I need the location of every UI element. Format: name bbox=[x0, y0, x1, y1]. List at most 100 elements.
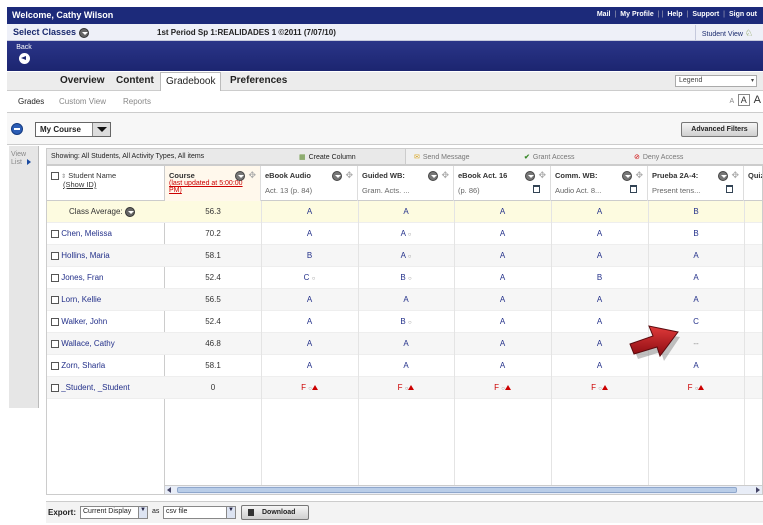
trash-icon[interactable] bbox=[630, 185, 637, 193]
course-score[interactable]: 46.8 bbox=[165, 333, 261, 355]
comment-icon[interactable]: ○ bbox=[408, 232, 412, 238]
grade-cell[interactable]: A bbox=[454, 223, 551, 245]
subtab-custom-view[interactable]: Custom View bbox=[59, 97, 106, 106]
grade-cell[interactable]: A bbox=[261, 311, 358, 333]
trash-icon[interactable] bbox=[726, 185, 733, 193]
grade-cell[interactable]: B bbox=[551, 267, 648, 289]
chevron-down-icon[interactable]: ▼ bbox=[226, 507, 235, 518]
grade-cell[interactable]: A bbox=[454, 245, 551, 267]
tab-gradebook[interactable]: Gradebook bbox=[160, 72, 222, 91]
view-list-toggle[interactable]: View List bbox=[9, 146, 39, 408]
grade-cell[interactable]: F ○ bbox=[454, 377, 551, 399]
course-score[interactable]: 0 bbox=[165, 377, 261, 399]
column-title[interactable]: Prueba 2A-4: bbox=[652, 171, 698, 180]
grade-cell[interactable]: A bbox=[358, 289, 454, 311]
student-name[interactable]: Zorn, Sharla bbox=[61, 361, 105, 370]
grade-cell[interactable]: F ○ bbox=[261, 377, 358, 399]
font-size-small[interactable]: A bbox=[729, 98, 733, 105]
move-icon[interactable]: ✥ bbox=[731, 170, 739, 181]
advanced-filters-button[interactable]: Advanced Filters bbox=[681, 122, 758, 137]
horizontal-scrollbar[interactable] bbox=[165, 485, 762, 494]
student-name[interactable]: Walker, John bbox=[61, 317, 107, 326]
row-checkbox[interactable] bbox=[51, 317, 59, 326]
course-score[interactable]: 70.2 bbox=[165, 223, 261, 245]
tab-overview[interactable]: Overview bbox=[55, 72, 109, 91]
column-title[interactable]: eBook Act. 16 bbox=[458, 171, 507, 180]
course-score[interactable]: 52.4 bbox=[165, 311, 261, 333]
row-checkbox[interactable] bbox=[51, 295, 59, 304]
download-button[interactable]: Download bbox=[241, 505, 309, 520]
send-message-link[interactable]: ✉ Send Message bbox=[414, 153, 470, 161]
grade-cell[interactable]: A bbox=[261, 333, 358, 355]
collapse-icon[interactable] bbox=[11, 123, 23, 135]
grade-cell[interactable]: A bbox=[551, 245, 648, 267]
grade-cell[interactable]: F ○ bbox=[648, 377, 744, 399]
legend-dropdown[interactable]: Legend ▾ bbox=[675, 75, 757, 87]
deny-access-link[interactable]: ⊘ Deny Access bbox=[634, 153, 683, 161]
student-name[interactable]: Chen, Melissa bbox=[61, 229, 112, 238]
chevron-down-icon[interactable] bbox=[718, 170, 729, 181]
grade-cell[interactable]: A bbox=[648, 267, 744, 289]
scroll-right-icon[interactable] bbox=[756, 487, 760, 493]
student-name-label[interactable]: Student Name bbox=[68, 171, 116, 180]
font-size-medium[interactable]: A bbox=[737, 94, 750, 106]
grade-cell[interactable]: A bbox=[454, 333, 551, 355]
chevron-down-icon[interactable] bbox=[525, 170, 536, 181]
row-checkbox[interactable] bbox=[51, 361, 59, 370]
chevron-down-icon[interactable] bbox=[78, 27, 89, 38]
sign-out-link[interactable]: Sign out bbox=[729, 11, 757, 18]
grade-cell[interactable]: A bbox=[454, 289, 551, 311]
grade-cell[interactable]: A bbox=[358, 333, 454, 355]
my-course-select[interactable]: My Course bbox=[35, 122, 111, 137]
chevron-down-icon[interactable] bbox=[235, 170, 246, 181]
move-icon[interactable]: ✥ bbox=[248, 170, 256, 181]
grade-cell[interactable]: B ○ bbox=[358, 311, 454, 333]
move-icon[interactable]: ✥ bbox=[538, 170, 546, 181]
select-all-checkbox[interactable] bbox=[51, 172, 59, 181]
course-score[interactable]: 52.4 bbox=[165, 267, 261, 289]
row-checkbox[interactable] bbox=[51, 273, 59, 282]
course-updated-link[interactable]: (last updated at 5:00:00 PM) bbox=[169, 180, 256, 194]
grant-access-link[interactable]: ✔ Grant Access bbox=[524, 153, 575, 161]
export-display-select[interactable]: Current Display ▼ bbox=[80, 506, 148, 519]
grade-cell[interactable]: C ○ bbox=[261, 267, 358, 289]
font-size-large[interactable]: A bbox=[754, 94, 761, 106]
grade-cell[interactable]: A ○ bbox=[358, 245, 454, 267]
student-name[interactable]: Wallace, Cathy bbox=[61, 339, 115, 348]
chevron-down-icon[interactable]: ▼ bbox=[138, 507, 147, 518]
chevron-down-icon[interactable] bbox=[332, 170, 343, 181]
grade-cell[interactable]: A bbox=[551, 223, 648, 245]
trash-icon[interactable] bbox=[533, 185, 540, 193]
course-score[interactable]: 56.5 bbox=[165, 289, 261, 311]
subtab-grades[interactable]: Grades bbox=[18, 97, 44, 106]
row-checkbox[interactable] bbox=[51, 251, 59, 260]
my-profile-link[interactable]: My Profile bbox=[620, 11, 653, 18]
tab-preferences[interactable]: Preferences bbox=[225, 72, 292, 91]
scrollbar-thumb[interactable] bbox=[177, 487, 737, 493]
row-checkbox[interactable] bbox=[51, 229, 59, 238]
row-checkbox[interactable] bbox=[51, 339, 59, 348]
select-classes-menu[interactable]: Select Classes bbox=[13, 27, 89, 38]
column-title[interactable]: Comm. WB: bbox=[555, 171, 598, 180]
course-score[interactable]: 58.1 bbox=[165, 245, 261, 267]
student-name[interactable]: Hollins, Maria bbox=[61, 251, 109, 260]
grade-cell[interactable]: B bbox=[261, 245, 358, 267]
column-title[interactable]: Guided WB: bbox=[362, 171, 405, 180]
grade-cell[interactable]: A bbox=[261, 223, 358, 245]
student-name[interactable]: Jones, Fran bbox=[61, 273, 103, 282]
scroll-left-icon[interactable] bbox=[167, 487, 171, 493]
column-title[interactable]: eBook Audio bbox=[265, 171, 311, 180]
row-checkbox[interactable] bbox=[51, 383, 59, 392]
course-header-label[interactable]: Course bbox=[169, 171, 195, 180]
grade-cell[interactable]: A bbox=[261, 289, 358, 311]
back-button[interactable]: Back bbox=[13, 44, 35, 68]
grade-cell[interactable]: F ○ bbox=[551, 377, 648, 399]
comment-icon[interactable]: ○ bbox=[408, 276, 412, 282]
subtab-reports[interactable]: Reports bbox=[123, 97, 151, 106]
show-id-link[interactable]: (Show ID) bbox=[63, 180, 96, 189]
comment-icon[interactable]: ○ bbox=[408, 254, 412, 260]
move-icon[interactable]: ✥ bbox=[635, 170, 643, 181]
student-name[interactable]: _Student, _Student bbox=[61, 383, 130, 392]
grade-cell[interactable]: A bbox=[454, 311, 551, 333]
chevron-down-icon[interactable] bbox=[92, 123, 110, 136]
